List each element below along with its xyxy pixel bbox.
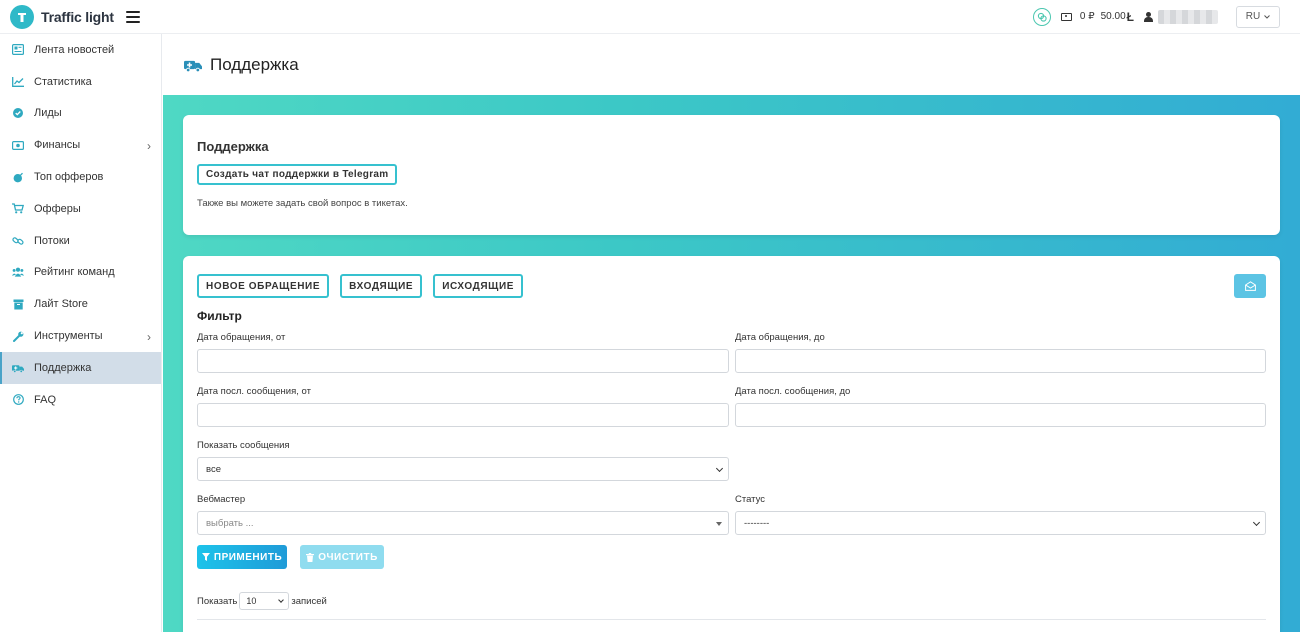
sidebar-item-team-rating[interactable]: Рейтинг команд xyxy=(0,257,161,289)
wrench-icon xyxy=(12,330,24,342)
page-size-value: 10 xyxy=(246,596,257,606)
cart-icon xyxy=(12,203,24,215)
sidebar-item-top-offers[interactable]: Топ офферов xyxy=(0,161,161,193)
tab-outbox[interactable]: ИСХОДЯЩИЕ xyxy=(433,274,524,298)
page-size-control: Показать 10 записей xyxy=(197,592,327,610)
show-messages-label: Показать сообщения xyxy=(197,440,290,451)
date-from-label: Дата обращения, от xyxy=(197,332,286,343)
filter-title: Фильтр xyxy=(197,309,242,323)
chevron-right-icon: › xyxy=(147,330,151,345)
support-card: Поддержка Создать чат поддержки в Telegr… xyxy=(183,115,1280,235)
sidebar-item-finance[interactable]: Финансы › xyxy=(0,129,161,161)
page-header: Поддержка xyxy=(163,34,1300,95)
top-header: Traffic light 0 ₽ 50.00 Ł RU xyxy=(0,0,1300,34)
page-title: Поддержка xyxy=(210,54,299,74)
bomb-icon xyxy=(12,171,24,183)
users-icon xyxy=(12,266,24,278)
support-note: Также вы можете задать свой вопрос в тик… xyxy=(197,198,408,209)
sidebar-item-label: Инструменты xyxy=(34,330,103,343)
question-icon xyxy=(12,394,24,406)
webmaster-placeholder: выбрать ... xyxy=(206,517,254,529)
sidebar-item-label: Потоки xyxy=(34,234,70,247)
sidebar-item-label: Лайт Store xyxy=(34,298,88,311)
clear-label: ОЧИСТИТЬ xyxy=(318,551,378,563)
status-value: -------- xyxy=(744,517,770,529)
apply-label: ПРИМЕНИТЬ xyxy=(213,551,283,563)
tab-new-ticket[interactable]: НОВОЕ ОБРАЩЕНИЕ xyxy=(197,274,330,298)
show-messages-select[interactable]: все xyxy=(197,457,729,481)
ticket-tabs: НОВОЕ ОБРАЩЕНИЕ ВХОДЯЩИЕ ИСХОДЯЩИЕ xyxy=(197,274,1266,298)
webmaster-select[interactable]: выбрать ... xyxy=(197,511,729,535)
sidebar-item-label: Финансы xyxy=(34,139,81,152)
show-suffix: записей xyxy=(291,595,327,607)
mark-read-button[interactable] xyxy=(1234,274,1266,298)
date-to-input[interactable] xyxy=(735,349,1266,373)
sidebar-item-label: Лента новостей xyxy=(34,43,115,56)
sidebar-item-label: Рейтинг команд xyxy=(34,266,115,279)
show-messages-value: все xyxy=(206,463,221,475)
balance-rub: 0 ₽ xyxy=(1079,11,1095,22)
menu-toggle-icon[interactable] xyxy=(126,10,140,23)
filter-icon xyxy=(201,553,210,561)
language-select[interactable]: RU xyxy=(1236,5,1280,28)
status-select[interactable]: -------- xyxy=(735,511,1266,535)
support-icon xyxy=(184,58,202,72)
main-content: Поддержка Поддержка Создать чат поддержк… xyxy=(163,34,1300,632)
envelope-open-icon xyxy=(1244,281,1256,291)
sidebar-item-offers[interactable]: Офферы xyxy=(0,193,161,225)
sidebar-item-lite-store[interactable]: Лайт Store xyxy=(0,288,161,320)
language-label: RU xyxy=(1245,11,1261,22)
date-to-label: Дата обращения, до xyxy=(735,332,825,343)
last-msg-to-label: Дата посл. сообщения, до xyxy=(735,386,851,397)
trash-icon xyxy=(306,552,315,562)
store-icon xyxy=(12,298,24,310)
show-prefix: Показать xyxy=(197,595,238,607)
money-icon xyxy=(12,139,24,151)
check-circle-icon xyxy=(12,107,24,119)
support-icon xyxy=(12,362,24,374)
apply-filter-button[interactable]: ПРИМЕНИТЬ xyxy=(197,545,287,569)
status-label: Статус xyxy=(735,494,766,505)
app-name: Traffic light xyxy=(41,8,114,25)
chevron-right-icon: › xyxy=(147,139,151,154)
sidebar-item-faq[interactable]: FAQ xyxy=(0,384,161,416)
link-icon xyxy=(12,235,24,247)
sidebar-item-label: Поддержка xyxy=(34,361,92,374)
sidebar-item-label: Офферы xyxy=(34,202,81,215)
balance-other: 50.00 xyxy=(1100,11,1126,22)
user-icon xyxy=(1144,11,1153,22)
webmaster-label: Вебмастер xyxy=(197,494,246,505)
last-msg-to-input[interactable] xyxy=(735,403,1266,427)
tickets-card: НОВОЕ ОБРАЩЕНИЕ ВХОДЯЩИЕ ИСХОДЯЩИЕ Фильт… xyxy=(183,256,1280,632)
sidebar-item-leads[interactable]: Лиды xyxy=(0,98,161,130)
table-divider xyxy=(197,619,1266,620)
currency-symbol: Ł xyxy=(1126,9,1134,24)
chart-line-icon xyxy=(12,76,24,88)
sidebar-item-tools[interactable]: Инструменты › xyxy=(0,320,161,352)
sidebar-item-label: FAQ xyxy=(34,393,57,406)
date-from-input[interactable] xyxy=(197,349,729,373)
support-card-title: Поддержка xyxy=(197,139,269,154)
sidebar-item-label: Топ офферов xyxy=(34,171,104,184)
telegram-chat-button[interactable]: Создать чат поддержки в Telegram xyxy=(197,164,398,185)
sidebar-item-news[interactable]: Лента новостей xyxy=(0,34,161,66)
sidebar-item-streams[interactable]: Потоки xyxy=(0,225,161,257)
newspaper-icon xyxy=(12,44,24,56)
last-msg-from-input[interactable] xyxy=(197,403,729,427)
cash-icon xyxy=(1060,12,1072,21)
last-msg-from-label: Дата посл. сообщения, от xyxy=(197,386,311,397)
sidebar-item-stats[interactable]: Статистика xyxy=(0,66,161,98)
coins-icon[interactable] xyxy=(1032,7,1051,26)
page-size-select[interactable]: 10 xyxy=(239,592,290,610)
sidebar-item-support[interactable]: Поддержка xyxy=(0,351,161,384)
traffic-light-logo-icon xyxy=(10,4,34,29)
sidebar-item-label: Статистика xyxy=(34,75,92,88)
chevron-down-icon xyxy=(1264,14,1271,19)
sidebar: Лента новостей Статистика Лиды Финансы ›… xyxy=(0,34,162,632)
content-background: Поддержка Создать чат поддержки в Telegr… xyxy=(163,95,1300,632)
tab-inbox[interactable]: ВХОДЯЩИЕ xyxy=(340,274,423,298)
sidebar-item-label: Лиды xyxy=(34,107,62,120)
user-name-blurred[interactable] xyxy=(1158,9,1218,24)
clear-filter-button[interactable]: ОЧИСТИТЬ xyxy=(300,545,384,569)
